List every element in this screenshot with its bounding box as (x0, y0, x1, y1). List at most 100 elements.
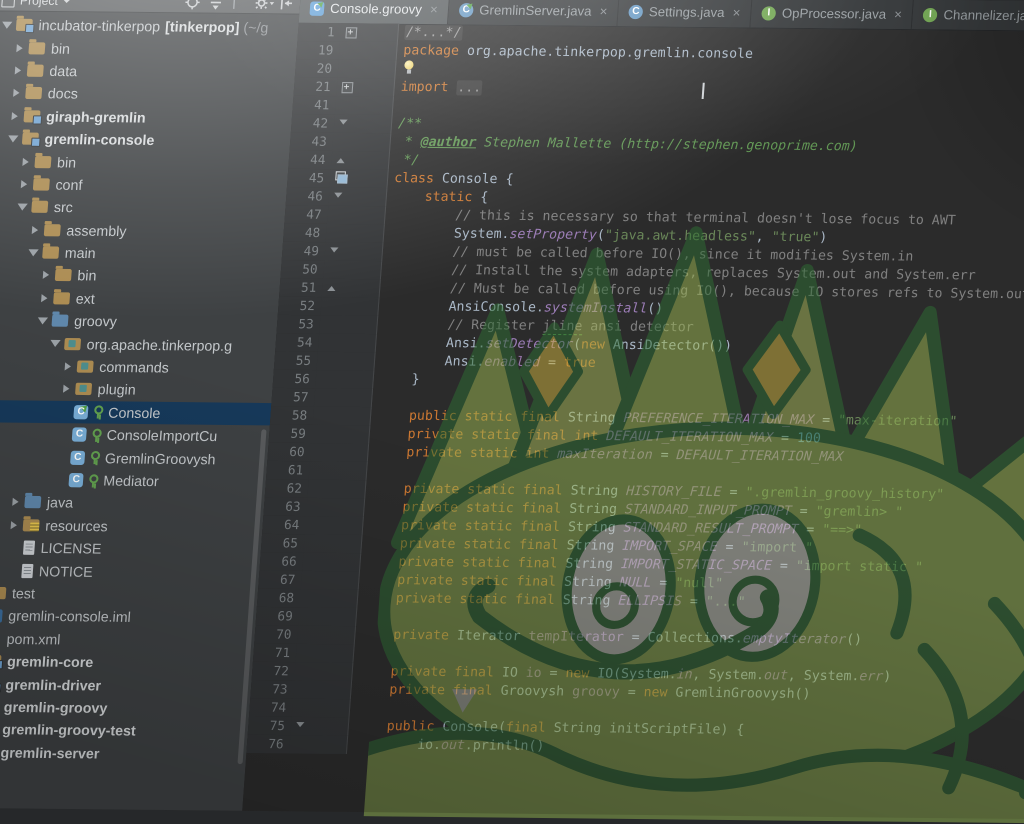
close-tab-icon[interactable]: × (599, 4, 608, 19)
tree-expand-arrow[interactable] (0, 16, 15, 33)
tree-item-gremlin-console-iml[interactable]: gremlin-console.iml (0, 604, 257, 630)
tree-item-consoleimportcu[interactable]: ConsoleImportCu (0, 422, 270, 448)
class-structure-icon[interactable] (335, 171, 347, 182)
tree-item-plugin[interactable]: plugin (0, 377, 273, 403)
gutter-fold-column[interactable] (336, 78, 395, 97)
tree-item-gremlin-core[interactable]: gremlin-core (0, 649, 254, 675)
tree-item-gremlingroovysh[interactable]: GremlinGroovysh (0, 445, 268, 471)
tree-expand-arrow[interactable] (8, 498, 23, 506)
fold-marker-icon[interactable] (330, 247, 339, 256)
tree-expand-arrow[interactable] (17, 180, 32, 188)
tree-item-mediator[interactable]: Mediator (0, 468, 267, 494)
tree-item-docs[interactable]: docs (0, 82, 294, 108)
tab-channelizer-java[interactable]: IChannelizer.java (912, 0, 1024, 31)
line-number: 54 (275, 333, 319, 352)
close-tab-icon[interactable]: × (732, 5, 741, 20)
tree-item-gremlin-groovy[interactable]: gremlin-groovy (0, 695, 250, 721)
tree-item-main[interactable]: main (0, 241, 283, 267)
gutter-fold-column[interactable] (334, 114, 393, 133)
gutter-fold-column[interactable] (290, 717, 349, 736)
tab-opprocessor-java[interactable]: IOpProcessor.java× (750, 0, 914, 29)
project-panel-title-button[interactable]: Project (1, 0, 71, 8)
tree-expand-arrow[interactable] (26, 244, 41, 261)
tree-item-label: groovy (74, 313, 118, 330)
tree-item-org-apache-tinkerpop-g[interactable]: org.apache.tinkerpop.g (0, 331, 276, 357)
fold-marker-icon[interactable] (341, 82, 353, 93)
tree-expand-arrow[interactable] (7, 112, 22, 120)
gutter-fold-column[interactable] (331, 151, 390, 170)
close-tab-icon[interactable]: × (430, 2, 439, 17)
tree-item-gremlin-groovy-test[interactable]: gremlin-groovy-test (0, 717, 249, 743)
hide-panel-icon[interactable] (277, 0, 294, 10)
fold-marker-icon[interactable] (296, 722, 305, 731)
folder-icon (42, 246, 59, 258)
tab-console-groovy[interactable]: CConsole.groovy× (299, 0, 450, 24)
line-number: 76 (246, 735, 290, 754)
collapse-all-icon[interactable] (207, 0, 224, 10)
tree-expand-arrow[interactable] (35, 312, 50, 329)
tree-expand-arrow[interactable] (48, 335, 63, 352)
settings-gear-icon[interactable] (254, 0, 271, 10)
tree-item-console[interactable]: Console (0, 400, 272, 426)
fold-marker-icon[interactable] (336, 154, 345, 163)
tree-item-conf[interactable]: conf (0, 172, 288, 198)
key-icon (92, 428, 101, 441)
tree-item-label: main (64, 245, 96, 262)
tree-expand-arrow[interactable] (37, 294, 52, 302)
tree-item-pom-xml[interactable]: pom.xml (0, 627, 255, 653)
tab-gremlinserver-java[interactable]: CGremlinServer.java× (448, 0, 620, 26)
tree-item-assembly[interactable]: assembly (0, 218, 285, 244)
locate-icon[interactable] (184, 0, 201, 9)
gutter-fold-column[interactable] (322, 279, 381, 298)
tree-item-bin[interactable]: bin (0, 36, 298, 62)
tree-expand-arrow[interactable] (61, 362, 76, 370)
tree-item-src[interactable]: src (0, 195, 286, 221)
tree-expand-arrow[interactable] (6, 521, 21, 529)
tree-expand-arrow[interactable] (39, 271, 54, 279)
tree-item-java[interactable]: java (0, 490, 265, 516)
tree-item-bin[interactable]: bin (0, 150, 289, 176)
code-text (395, 60, 415, 78)
tree-expand-arrow[interactable] (5, 130, 20, 147)
tree-expand-arrow[interactable] (59, 385, 74, 393)
tree-item-license[interactable]: LICENSE (0, 536, 262, 562)
fold-marker-icon[interactable] (345, 27, 357, 38)
tree-expand-arrow[interactable] (12, 44, 27, 52)
tree-item-bin[interactable]: bin (0, 263, 281, 289)
tree-item-incubator-tinkerpop[interactable]: incubator-tinkerpop[tinkerpop](~/g (0, 13, 299, 39)
tree-item-gremlin-console[interactable]: gremlin-console (0, 127, 291, 153)
fold-marker-icon[interactable] (339, 120, 348, 129)
tree-expand-arrow[interactable] (11, 66, 26, 74)
line-number: 51 (279, 278, 323, 297)
intention-bulb-icon[interactable] (404, 60, 415, 73)
tree-item-notice[interactable]: NOTICE (0, 558, 260, 584)
gutter-fold-column[interactable] (324, 242, 383, 261)
tree-item-giraph-gremlin[interactable]: giraph-gremlin (0, 104, 293, 130)
code-text: package org.apache.tinkerpop.gremlin.con… (397, 42, 754, 64)
tab-label: Channelizer.java (943, 7, 1024, 23)
tree-item-label: gremlin-console.iml (8, 608, 132, 626)
tree-item-commands[interactable]: commands (0, 354, 275, 380)
gutter-fold-column[interactable] (328, 187, 387, 206)
line-number: 41 (292, 96, 336, 115)
gutter-fold-column[interactable] (330, 169, 389, 188)
code-editor[interactable]: 1/*...*/19package org.apache.tinkerpop.g… (246, 23, 1024, 762)
close-tab-icon[interactable]: × (894, 7, 903, 22)
fold-marker-icon[interactable] (327, 282, 336, 291)
tree-item-groovy[interactable]: groovy (0, 309, 278, 335)
tree-item-data[interactable]: data (0, 59, 296, 85)
tree-expand-arrow[interactable] (18, 157, 33, 165)
gutter-fold-column (320, 297, 379, 316)
tree-item-gremlin-driver[interactable]: gremlin-driver (0, 672, 252, 698)
tree-expand-arrow[interactable] (28, 226, 43, 234)
line-number: 56 (273, 370, 317, 389)
tree-item-resources[interactable]: resources (0, 513, 263, 539)
tree-item-gremlin-server[interactable]: gremlin-server (0, 740, 247, 766)
tree-item-ext[interactable]: ext (0, 286, 280, 312)
fold-marker-icon[interactable] (334, 193, 343, 202)
tree-expand-arrow[interactable] (15, 198, 30, 215)
gutter-fold-column[interactable] (340, 23, 399, 42)
tree-item-test[interactable]: test (0, 581, 258, 607)
tree-expand-arrow[interactable] (9, 89, 24, 97)
tab-settings-java[interactable]: CSettings.java× (618, 0, 753, 27)
